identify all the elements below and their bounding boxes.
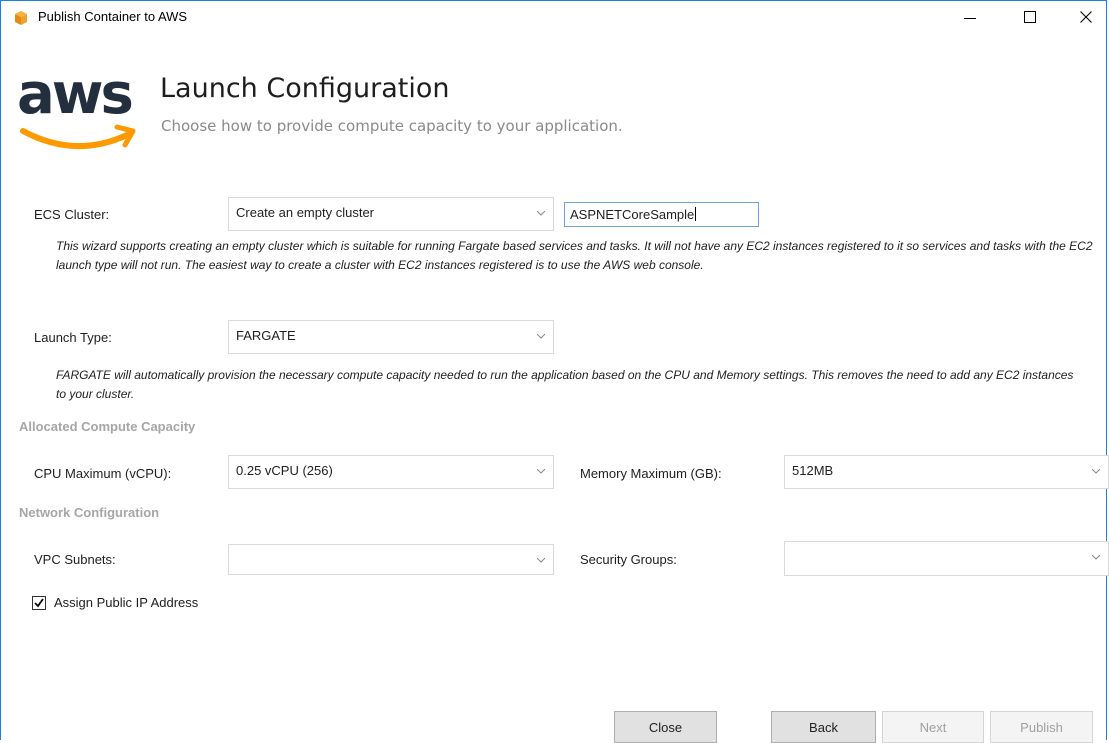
vpc-subnets-label: VPC Subnets: <box>34 552 116 567</box>
ecs-cluster-dropdown[interactable]: Create an empty cluster <box>228 197 554 231</box>
launch-type-dropdown[interactable]: FARGATE <box>228 320 554 354</box>
checkmark-icon <box>34 598 44 608</box>
cluster-name-value: ASPNETCoreSample <box>570 207 695 222</box>
memory-value: 512MB <box>792 463 834 478</box>
cpu-dropdown[interactable]: 0.25 vCPU (256) <box>228 455 554 489</box>
window-title: Publish Container to AWS <box>38 9 188 24</box>
minimize-icon <box>964 18 976 19</box>
chevron-down-icon <box>1092 555 1100 560</box>
text-caret <box>695 207 697 221</box>
close-icon <box>1080 10 1092 23</box>
publish-button[interactable]: Publish <box>990 711 1093 743</box>
chevron-down-icon <box>537 211 545 216</box>
next-button[interactable]: Next <box>882 711 984 743</box>
assign-public-ip-checkbox[interactable] <box>32 596 46 610</box>
svg-text:aws: aws <box>17 62 132 127</box>
network-section-title: Network Configuration <box>19 505 160 520</box>
launch-type-description: FARGATE will automatically provision the… <box>56 368 1074 401</box>
cpu-value: 0.25 vCPU (256) <box>236 463 333 478</box>
title-bar[interactable]: Publish Container to AWS <box>1 1 1106 32</box>
cluster-name-input[interactable]: ASPNETCoreSample <box>564 202 759 227</box>
close-button[interactable]: Close <box>614 711 717 743</box>
maximize-button[interactable] <box>1007 1 1053 32</box>
chevron-down-icon <box>1092 469 1100 474</box>
close-window-button[interactable] <box>1063 1 1109 32</box>
memory-dropdown[interactable]: 512MB <box>784 455 1109 489</box>
security-groups-label: Security Groups: <box>580 552 677 567</box>
aws-logo: aws <box>17 62 136 150</box>
page-subtitle: Choose how to provide compute capacity t… <box>161 117 623 135</box>
launch-type-label: Launch Type: <box>34 330 112 345</box>
back-button[interactable]: Back <box>771 711 876 743</box>
security-groups-dropdown[interactable] <box>784 541 1109 576</box>
chevron-down-icon <box>537 334 545 339</box>
cpu-label: CPU Maximum (vCPU): <box>34 466 172 481</box>
publish-dialog: Publish Container to AWS aws Launch Conf… <box>0 0 1109 743</box>
ecs-cluster-label: ECS Cluster: <box>34 207 110 222</box>
minimize-button[interactable] <box>947 1 993 32</box>
chevron-down-icon <box>537 558 545 563</box>
vpc-subnets-dropdown[interactable] <box>228 544 554 575</box>
aws-box-icon <box>15 11 27 25</box>
compute-section-title: Allocated Compute Capacity <box>19 419 196 434</box>
chevron-down-icon <box>537 469 545 474</box>
ecs-cluster-description: This wizard supports creating an empty c… <box>56 239 1093 272</box>
maximize-icon <box>1024 10 1036 23</box>
assign-public-ip-label[interactable]: Assign Public IP Address <box>54 595 198 610</box>
ecs-cluster-value: Create an empty cluster <box>236 205 375 220</box>
page-title: Launch Configuration <box>160 73 450 104</box>
launch-type-value: FARGATE <box>236 328 296 343</box>
memory-label: Memory Maximum (GB): <box>580 466 722 481</box>
